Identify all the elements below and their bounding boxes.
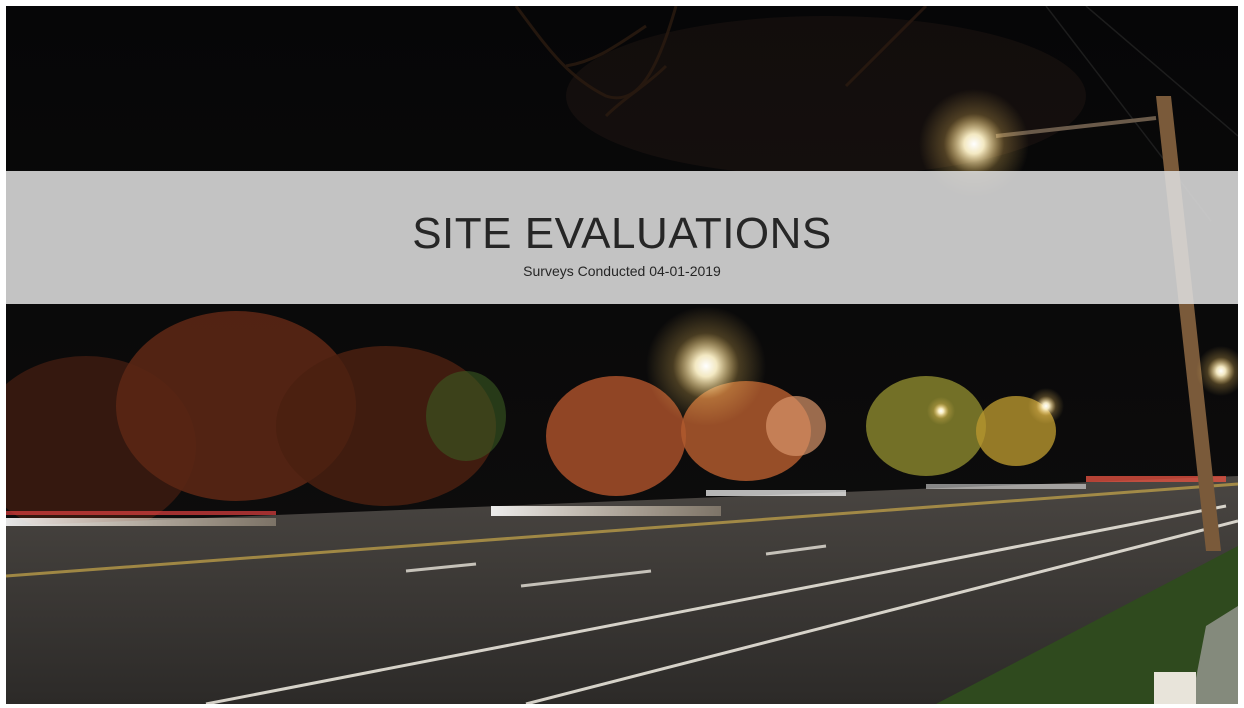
slide-subtitle: Surveys Conducted 04-01-2019 bbox=[523, 263, 721, 279]
title-band: SITE EVALUATIONS Surveys Conducted 04-01… bbox=[6, 171, 1238, 304]
slide-title: SITE EVALUATIONS bbox=[412, 209, 832, 258]
background-photo bbox=[6, 6, 1238, 704]
slide: SITE EVALUATIONS Surveys Conducted 04-01… bbox=[6, 6, 1238, 704]
